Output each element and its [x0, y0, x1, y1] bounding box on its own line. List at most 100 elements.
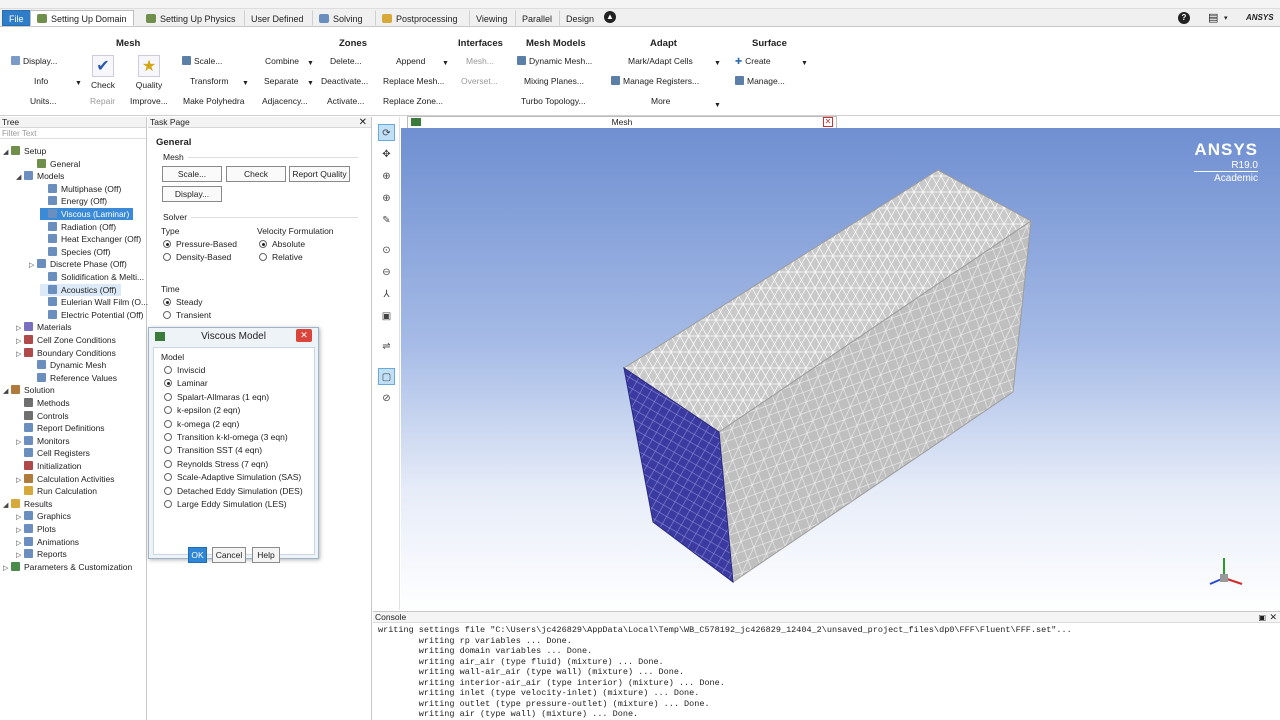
tree-node[interactable]: ▷ Graphics	[16, 510, 71, 522]
chevron-down-icon[interactable]: ▼	[714, 102, 721, 109]
tree-filter-input[interactable]: Filter Text	[0, 128, 146, 139]
viscous-model-radio[interactable]: Scale-Adaptive Simulation (SAS)	[164, 472, 301, 483]
repair-button[interactable]: Repair	[90, 96, 115, 107]
expanded-triangle-icon[interactable]: ◢	[3, 386, 11, 398]
expanded-triangle-icon[interactable]: ◢	[3, 147, 11, 159]
tree-node[interactable]: Run Calculation	[16, 485, 97, 497]
viscous-model-radio[interactable]: Large Eddy Simulation (LES)	[164, 499, 287, 510]
zoom-in-icon[interactable]: ⊕	[378, 168, 395, 185]
tree-node[interactable]: ◢ Models	[16, 170, 64, 182]
rotate-icon[interactable]: ⟳	[378, 124, 395, 141]
chevron-down-icon[interactable]: ▾	[1224, 14, 1228, 22]
tree-node[interactable]: Controls	[16, 410, 69, 422]
tree-node[interactable]: ◢ Solution	[3, 384, 55, 396]
create-surface-button[interactable]: ✚ Create	[735, 56, 771, 67]
tree-node[interactable]: ▷ Parameters & Customization	[3, 561, 132, 573]
tree-node[interactable]: ▷ Calculation Activities	[16, 473, 114, 485]
layout-icon[interactable]: ▤	[1208, 11, 1218, 24]
tree-node[interactable]: Energy (Off)	[40, 195, 107, 207]
improve-button[interactable]: Improve...	[130, 96, 168, 107]
tree-node[interactable]: ▷ Plots	[16, 523, 56, 535]
transient-radio[interactable]: Transient	[163, 310, 211, 321]
make-polyhedra-button[interactable]: Make Polyhedra	[183, 96, 244, 107]
collapsed-triangle-icon[interactable]: ▷	[16, 349, 24, 361]
dynamic-mesh-button[interactable]: Dynamic Mesh...	[517, 56, 592, 67]
close-icon[interactable]: ✕	[823, 117, 833, 127]
replace-zone-button[interactable]: Replace Zone...	[383, 96, 443, 107]
more-button[interactable]: More	[651, 96, 670, 107]
probe-icon[interactable]: ✎	[378, 212, 395, 229]
tree-node[interactable]: Multiphase (Off)	[40, 183, 121, 195]
absolute-radio[interactable]: Absolute	[259, 239, 305, 250]
tree-node[interactable]: Methods	[16, 397, 70, 409]
tree-node[interactable]: ▷ Monitors	[16, 435, 70, 447]
tree-node[interactable]: Eulerian Wall Film (O...	[40, 296, 148, 308]
append-button[interactable]: Append	[396, 56, 425, 67]
scale-button[interactable]: Scale...	[182, 56, 222, 67]
expanded-triangle-icon[interactable]: ◢	[16, 172, 24, 184]
check-button[interactable]: ✔ Check	[83, 55, 123, 90]
dialog-title-bar[interactable]: Viscous Model	[149, 328, 318, 346]
tab-solving[interactable]: Solving	[312, 10, 370, 26]
info-button[interactable]: Info	[34, 76, 48, 87]
tab-setting-up-domain[interactable]: Setting Up Domain	[30, 10, 134, 26]
tree-node[interactable]: Viscous (Laminar)	[40, 208, 134, 220]
chevron-down-icon[interactable]: ▼	[442, 60, 449, 67]
expanded-triangle-icon[interactable]: ◢	[3, 500, 11, 512]
tree-node[interactable]: ▷ Cell Zone Conditions	[16, 334, 116, 346]
separate-button[interactable]: Separate	[264, 76, 299, 87]
zoom-box-icon[interactable]: ⊕	[378, 190, 395, 207]
cancel-button[interactable]: Cancel	[212, 547, 246, 563]
relative-radio[interactable]: Relative	[259, 252, 303, 263]
chevron-down-icon[interactable]: ▼	[242, 80, 249, 87]
camera-icon[interactable]: ▣	[378, 308, 395, 325]
tree-node[interactable]: ▷ Discrete Phase (Off)	[29, 258, 127, 270]
density-based-radio[interactable]: Density-Based	[163, 252, 231, 263]
ok-button[interactable]: OK	[188, 547, 207, 563]
maximize-icon[interactable]: ▣	[1258, 613, 1266, 622]
tab-parallel[interactable]: Parallel	[515, 10, 559, 26]
tree-node[interactable]: ▷ Materials	[16, 321, 71, 333]
tree-node[interactable]: ◢ Setup	[3, 145, 46, 157]
tree-node[interactable]: Initialization	[16, 460, 81, 472]
replace-mesh-button[interactable]: Replace Mesh...	[383, 76, 444, 87]
combine-button[interactable]: Combine	[265, 56, 299, 67]
viscous-model-radio[interactable]: Transition SST (4 eqn)	[164, 445, 262, 456]
adjacency-button[interactable]: Adjacency...	[262, 96, 308, 107]
tab-postprocessing[interactable]: Postprocessing	[375, 10, 465, 26]
chevron-down-icon[interactable]: ▼	[307, 60, 314, 67]
tree-node[interactable]: ▷ Boundary Conditions	[16, 347, 116, 359]
chevron-down-icon[interactable]: ▼	[307, 80, 314, 87]
quality-button[interactable]: ★ Quality	[129, 55, 169, 90]
tree-node[interactable]: Radiation (Off)	[40, 221, 116, 233]
deactivate-button[interactable]: Deactivate...	[321, 76, 368, 87]
zoom-out-icon[interactable]: ⊖	[378, 264, 395, 281]
tree-node[interactable]: General	[29, 158, 80, 170]
tree-node[interactable]: Cell Registers	[16, 447, 90, 459]
tab-viewing[interactable]: Viewing	[469, 10, 514, 26]
report-quality-button[interactable]: Report Quality	[289, 166, 350, 182]
display-button[interactable]: Display...	[11, 56, 57, 67]
axis-triad-icon[interactable]	[1202, 550, 1252, 590]
chevron-down-icon[interactable]: ▼	[801, 60, 808, 67]
tab-user-defined[interactable]: User Defined	[244, 10, 311, 26]
viscous-model-radio[interactable]: Spalart-Allmaras (1 eqn)	[164, 392, 269, 403]
axes-icon[interactable]: ⅄	[378, 286, 395, 303]
tree-node[interactable]: Dynamic Mesh	[29, 359, 106, 371]
chevron-down-icon[interactable]: ▼	[714, 60, 721, 67]
tab-design[interactable]: Design	[559, 10, 601, 26]
viscous-model-radio[interactable]: Inviscid	[164, 365, 205, 376]
link-icon[interactable]: ⊘	[378, 390, 395, 407]
help-button[interactable]: Help	[252, 547, 280, 563]
pressure-based-radio[interactable]: Pressure-Based	[163, 239, 237, 250]
tab-setting-up-physics[interactable]: Setting Up Physics	[139, 10, 243, 26]
close-icon[interactable]: ✕	[1269, 612, 1277, 623]
tree-node[interactable]: Solidification & Melti...	[40, 271, 144, 283]
viscous-model-radio[interactable]: Reynolds Stress (7 eqn)	[164, 459, 268, 470]
display-button[interactable]: Display...	[162, 186, 222, 202]
collapsed-triangle-icon[interactable]: ▷	[29, 260, 37, 272]
tree-node[interactable]: ◢ Results	[3, 498, 52, 510]
viscous-model-radio[interactable]: k-omega (2 eqn)	[164, 419, 239, 430]
scale-button[interactable]: Scale...	[162, 166, 222, 182]
tree-node[interactable]: Reference Values	[29, 372, 117, 384]
